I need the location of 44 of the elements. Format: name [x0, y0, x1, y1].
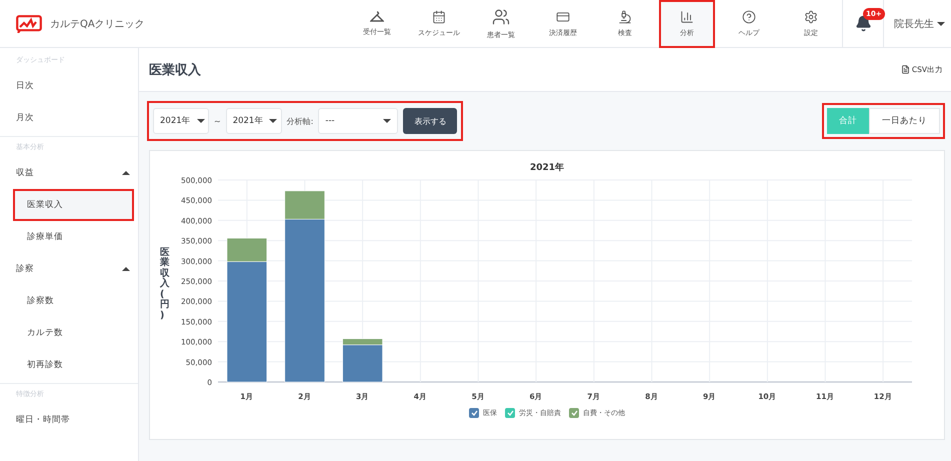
legend-checkbox[interactable] [469, 408, 479, 418]
logo-icon [16, 14, 42, 32]
year-from-select[interactable]: 2021年 [153, 108, 209, 134]
caret-icon [383, 119, 392, 123]
hanger-icon [370, 10, 384, 22]
sidebar-item[interactable]: 月次 [16, 102, 130, 134]
sidebar-item[interactable]: 日次 [16, 70, 130, 102]
caret-icon [937, 22, 945, 26]
caret-icon [269, 119, 278, 123]
bell-icon[interactable] [854, 15, 872, 32]
axis-select[interactable]: --- [318, 108, 398, 134]
help-icon [742, 10, 756, 24]
calendar-icon [432, 10, 446, 24]
sidebar-item[interactable]: 初再診数 [16, 349, 130, 381]
axis-label: 分析軸: [286, 116, 314, 126]
sidebar-group[interactable]: 診察 [16, 253, 130, 285]
show-button[interactable]: 表示する [403, 108, 458, 134]
legend-checkbox[interactable] [505, 408, 515, 418]
sidebar-item[interactable]: 医業収入 [13, 189, 134, 221]
mode-toggle[interactable]: 一日あたり [869, 108, 940, 134]
year-to-select[interactable]: 2021年 [226, 108, 282, 134]
user-menu[interactable]: 院長先生 [884, 0, 951, 48]
sidebar-group[interactable]: 収益 [16, 157, 130, 189]
caret-icon [122, 171, 130, 175]
caret-icon [196, 119, 205, 123]
file-icon [900, 65, 910, 74]
sidebar-item[interactable]: カルテ数 [16, 317, 130, 349]
page-title: 医業収入 [149, 62, 201, 78]
sidebar-item[interactable]: 診療単価 [16, 221, 130, 253]
clinic-name: カルテQAクリニック [50, 18, 145, 30]
people-icon [492, 8, 510, 26]
settings-icon [804, 10, 818, 24]
sidebar-item[interactable]: 診察数 [16, 285, 130, 317]
group-label: 診察 [16, 263, 34, 275]
range-separator: ~ [214, 116, 221, 126]
sidebar-item[interactable]: 曜日・時間帯 [16, 404, 130, 436]
chart-title: 2021年 [528, 162, 566, 174]
y-axis-label: 医業収入(円) [160, 248, 170, 322]
card-icon [556, 10, 570, 24]
caret-icon [122, 267, 130, 271]
group-label: 収益 [16, 167, 34, 179]
microscope-icon [618, 10, 632, 24]
chart-icon [680, 10, 694, 24]
legend-checkbox[interactable] [569, 408, 579, 418]
